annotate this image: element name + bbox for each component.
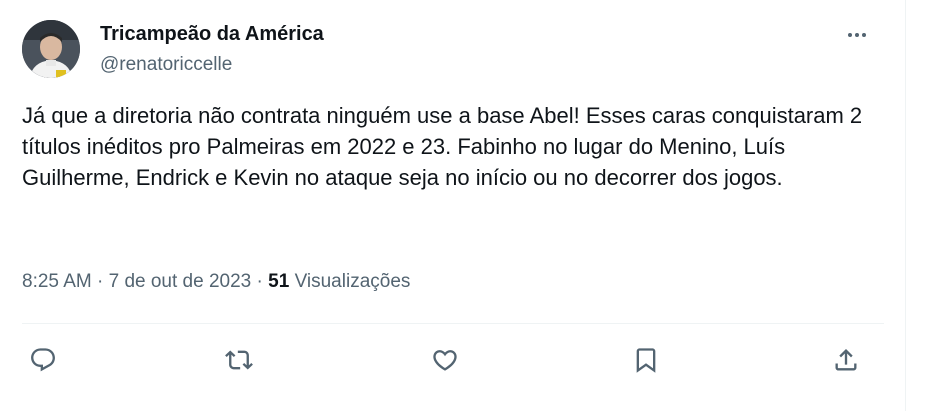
more-dots-icon [848, 33, 866, 37]
reply-icon [31, 348, 55, 372]
like-button[interactable] [425, 340, 465, 380]
views-label[interactable]: Visualizações [295, 271, 411, 292]
tweet-card: Tricampeão da América @renatoriccelle Já… [0, 0, 900, 411]
share-button[interactable] [826, 340, 866, 380]
avatar[interactable] [22, 20, 80, 78]
reply-button[interactable] [23, 340, 63, 380]
heart-icon [433, 350, 457, 371]
share-icon [835, 349, 857, 371]
retweet-button[interactable] [219, 340, 259, 380]
avatar-photo [22, 20, 80, 78]
more-options-button[interactable] [838, 20, 876, 50]
tweet-meta: 8:25 AM · 7 de out de 2023 · 51 Visualiz… [22, 271, 410, 293]
tweet-date[interactable]: 7 de out de 2023 [109, 271, 252, 292]
user-handle[interactable]: @renatoriccelle [100, 54, 232, 76]
right-panel-edge [905, 0, 930, 411]
bookmark-button[interactable] [626, 340, 666, 380]
views-count: 51 [268, 271, 290, 292]
tweet-text: Já que a diretoria não contrata ninguém … [22, 103, 863, 190]
meta-separator: · [91, 271, 109, 292]
meta-separator: · [251, 271, 269, 292]
display-name[interactable]: Tricampeão da América [100, 23, 324, 46]
tweet-time[interactable]: 8:25 AM [22, 271, 92, 292]
bookmark-icon [636, 348, 656, 373]
retweet-icon [225, 350, 253, 370]
divider [22, 323, 884, 324]
